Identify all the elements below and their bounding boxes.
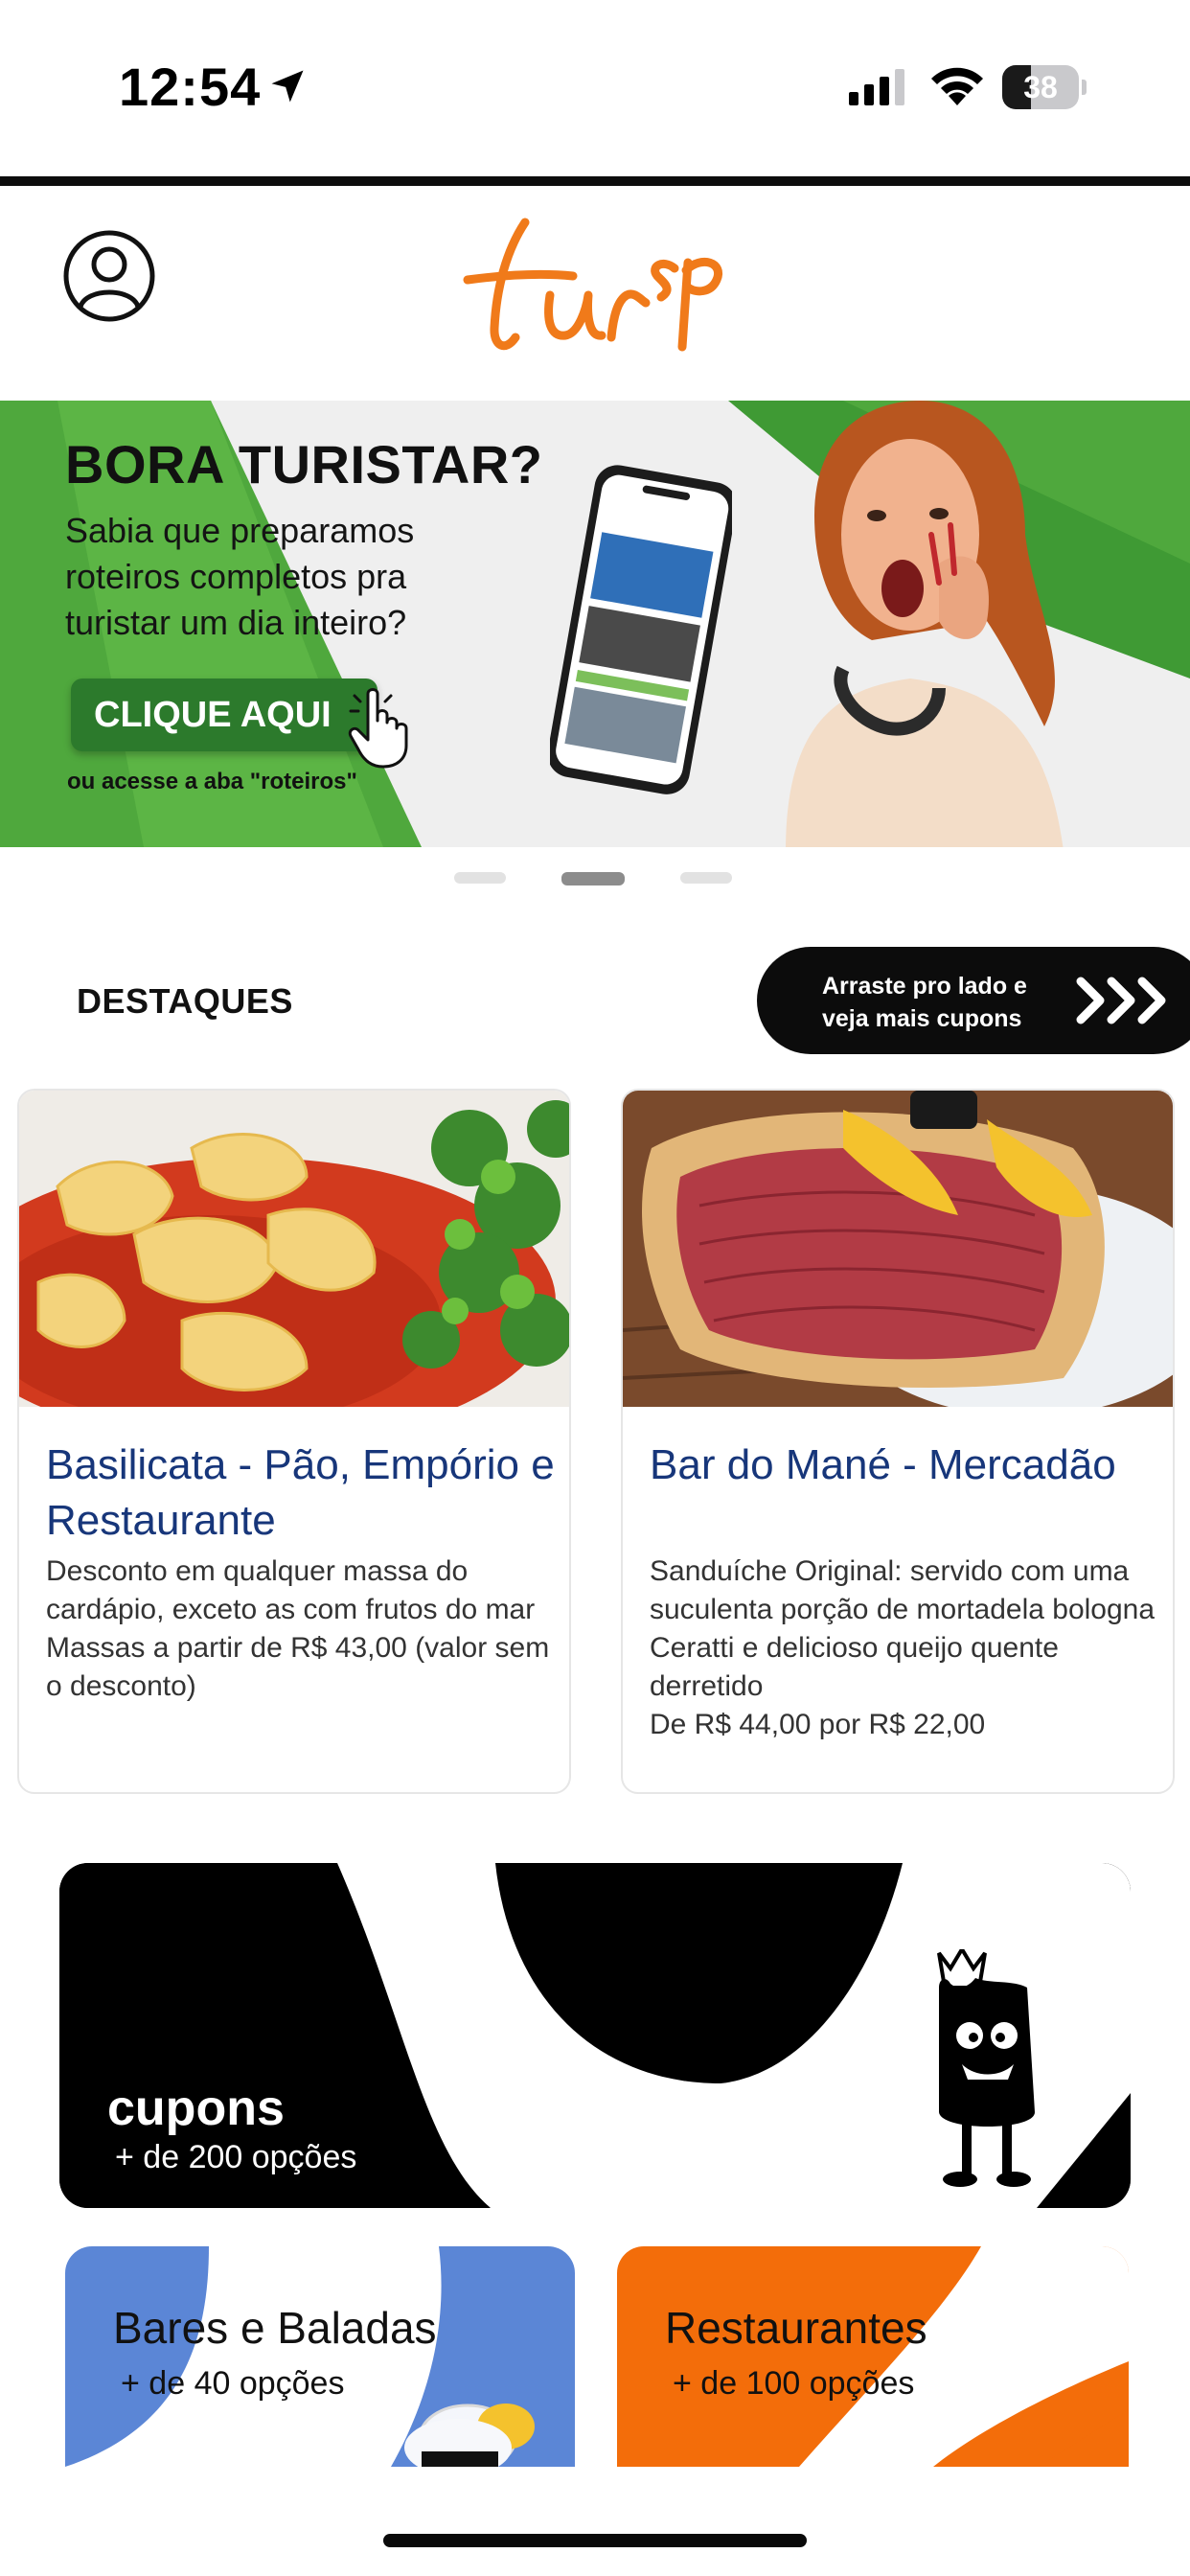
category-tile-title: Bares e Baladas xyxy=(113,2303,437,2353)
banner-subtitle: Sabia que preparamos roteiros completos … xyxy=(65,511,415,642)
banner-cta-button[interactable]: CLIQUE AQUI xyxy=(71,678,378,751)
cupons-banner[interactable]: cupons + de 200 opções xyxy=(59,1863,1131,2208)
section-title-destaques: DESTAQUES xyxy=(77,981,293,1021)
category-tile-background xyxy=(65,2246,575,2467)
smartphone-illustration xyxy=(550,465,732,794)
carousel-dot-active[interactable] xyxy=(561,872,625,886)
carousel-pagination xyxy=(0,872,1190,887)
status-bar: 12:54 38 xyxy=(0,0,1190,172)
category-tile-subtitle: + de 100 opções xyxy=(673,2365,915,2402)
home-indicator[interactable] xyxy=(383,2534,807,2547)
pasta-dish-photo xyxy=(19,1091,569,1407)
wifi-icon xyxy=(931,67,983,105)
deal-card-title: Basilicata - Pão, Empório e Restaurante xyxy=(46,1441,555,1544)
banner-note: ou acesse a aba "roteiros" xyxy=(67,769,357,794)
deal-card-title: Bar do Mané - Mercadão xyxy=(650,1441,1116,1488)
category-tile-background xyxy=(617,2246,1129,2467)
category-tile-restaurantes[interactable]: Restaurantes + de 100 opções xyxy=(617,2246,1129,2467)
cellular-signal-icon xyxy=(849,69,904,105)
carousel-dot[interactable] xyxy=(454,872,506,884)
category-tile-subtitle: + de 40 opções xyxy=(121,2365,345,2402)
battery-cap xyxy=(1082,80,1087,95)
battery-level: 38 xyxy=(1023,70,1058,104)
battery-body: 38 xyxy=(1002,65,1079,109)
category-tile-bares-baladas[interactable]: Bares e Baladas + de 40 opções xyxy=(65,2246,575,2467)
banner-title: BORA TURISTAR? xyxy=(65,434,543,494)
cupons-banner-subtitle: + de 200 opções xyxy=(115,2139,357,2175)
header-divider xyxy=(0,176,1190,186)
location-arrow-icon xyxy=(271,70,304,103)
swipe-hint-pill[interactable]: Arraste pro lado e veja mais cupons xyxy=(757,947,1190,1054)
triple-chevron-right-icon xyxy=(1076,977,1166,1024)
cupons-banner-title: cupons xyxy=(107,2081,285,2136)
crowned-monster-mascot-icon xyxy=(937,1949,1035,2187)
category-tile-title: Restaurantes xyxy=(665,2303,927,2353)
deal-card-description: Desconto em qualquer massa do cardápio, … xyxy=(46,1555,550,1702)
tursp-logo[interactable] xyxy=(458,213,736,366)
battery-indicator: 38 xyxy=(1002,65,1087,109)
status-time: 12:54 xyxy=(119,57,262,117)
mortadella-sandwich-photo xyxy=(623,1091,1173,1407)
pointing-hand-icon xyxy=(348,688,408,769)
swipe-hint-text: Arraste pro lado e veja mais cupons xyxy=(822,973,1027,1032)
deal-card[interactable]: Bar do Mané - Mercadão Sanduíche Origina… xyxy=(621,1089,1175,1794)
user-profile-icon[interactable] xyxy=(61,228,157,324)
promo-carousel-slide[interactable]: BORA TURISTAR? Sabia que preparamos rote… xyxy=(0,401,1190,847)
deal-card-description: Sanduíche Original: servido com uma sucu… xyxy=(650,1555,1156,1740)
deal-card[interactable]: Basilicata - Pão, Empório e Restaurante … xyxy=(17,1089,571,1794)
carousel-dot[interactable] xyxy=(680,872,732,884)
